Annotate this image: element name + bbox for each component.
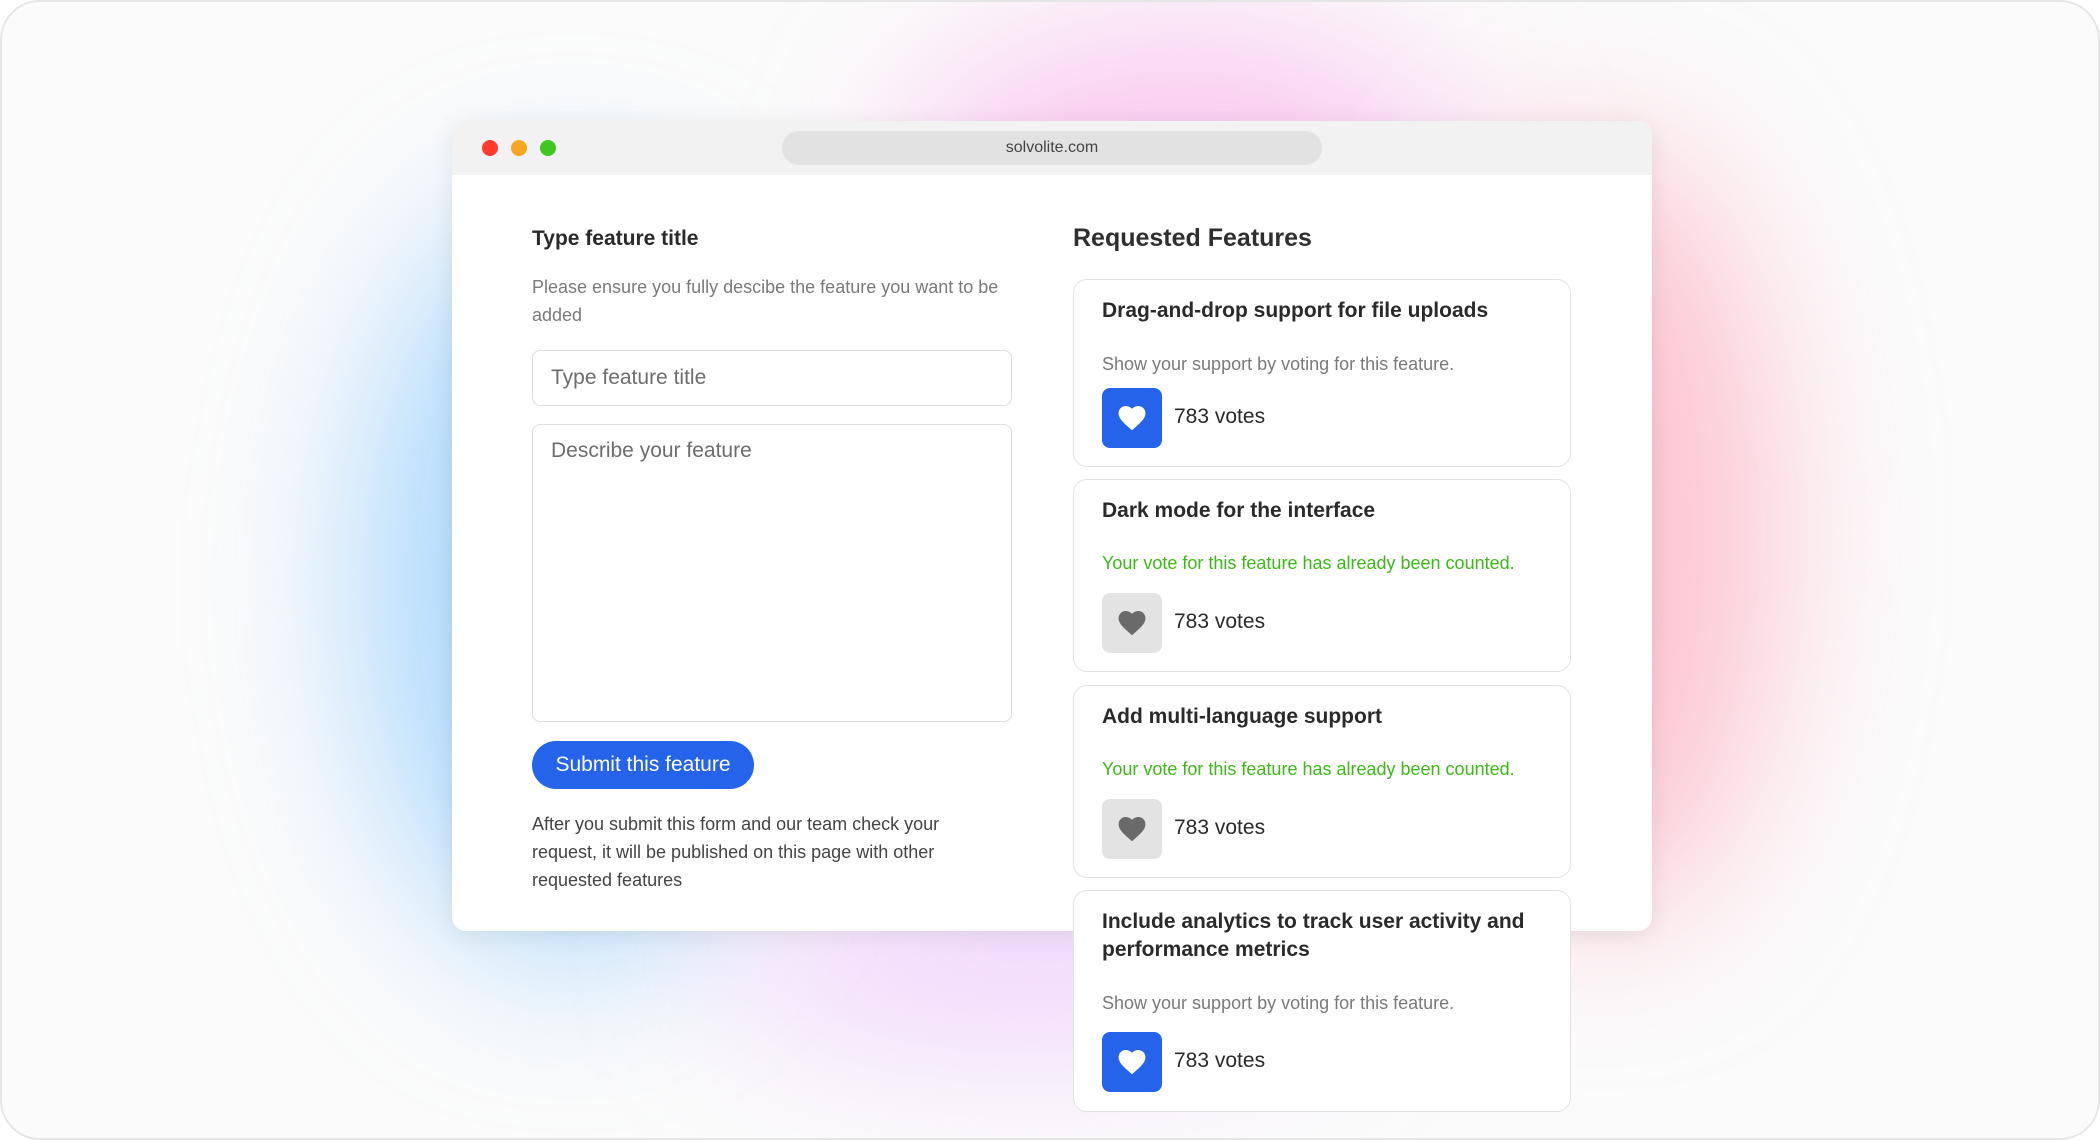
vote-button[interactable]: [1102, 388, 1162, 448]
form-title: Type feature title: [532, 227, 699, 250]
vote-count: 783 votes: [1174, 405, 1266, 428]
feature-card-message: Your vote for this feature has already b…: [1102, 553, 1515, 573]
minimize-window-button[interactable]: [511, 140, 527, 156]
submission-note: After you submit this form and our team …: [532, 814, 940, 890]
vote-count: 783 votes: [1174, 610, 1266, 633]
vote-button[interactable]: [1102, 1032, 1162, 1092]
feature-card: Include analytics to track user activity…: [1073, 890, 1571, 1112]
feature-card: Dark mode for the interface Your vote fo…: [1073, 479, 1571, 672]
feature-card: Add multi-language support Your vote for…: [1073, 685, 1571, 878]
form-help-text: Please ensure you fully descibe the feat…: [532, 277, 999, 325]
feature-card-message: Show your support by voting for this fea…: [1102, 354, 1455, 374]
feature-card-title: Add multi-language support: [1102, 705, 1382, 728]
feature-card-message: Show your support by voting for this fea…: [1102, 993, 1455, 1013]
feature-description-input[interactable]: [532, 424, 1012, 722]
heart-icon: [1118, 1049, 1146, 1075]
vote-button[interactable]: [1102, 593, 1162, 653]
close-window-button[interactable]: [482, 140, 498, 156]
browser-titlebar: solvolite.com: [452, 121, 1652, 175]
requested-features-heading: Requested Features: [1073, 224, 1312, 252]
feature-card-title: Drag-and-drop support for file uploads: [1102, 299, 1489, 322]
feature-card-message: Your vote for this feature has already b…: [1102, 759, 1515, 779]
feature-title-input[interactable]: [532, 350, 1012, 406]
vote-button[interactable]: [1102, 799, 1162, 859]
maximize-window-button[interactable]: [540, 140, 556, 156]
screenshot-frame: solvolite.com Type feature title Please …: [0, 0, 2100, 1140]
submit-feature-button[interactable]: Submit this feature: [532, 741, 754, 789]
feature-card-title: Include analytics to track user activity…: [1102, 910, 1525, 961]
address-bar[interactable]: solvolite.com: [782, 131, 1322, 165]
vote-count: 783 votes: [1174, 816, 1266, 839]
heart-icon: [1118, 610, 1146, 636]
vote-count: 783 votes: [1174, 1049, 1266, 1072]
feature-card-title: Dark mode for the interface: [1102, 499, 1376, 522]
feature-card: Drag-and-drop support for file uploads S…: [1073, 279, 1571, 467]
heart-icon: [1118, 405, 1146, 431]
heart-icon: [1118, 816, 1146, 842]
